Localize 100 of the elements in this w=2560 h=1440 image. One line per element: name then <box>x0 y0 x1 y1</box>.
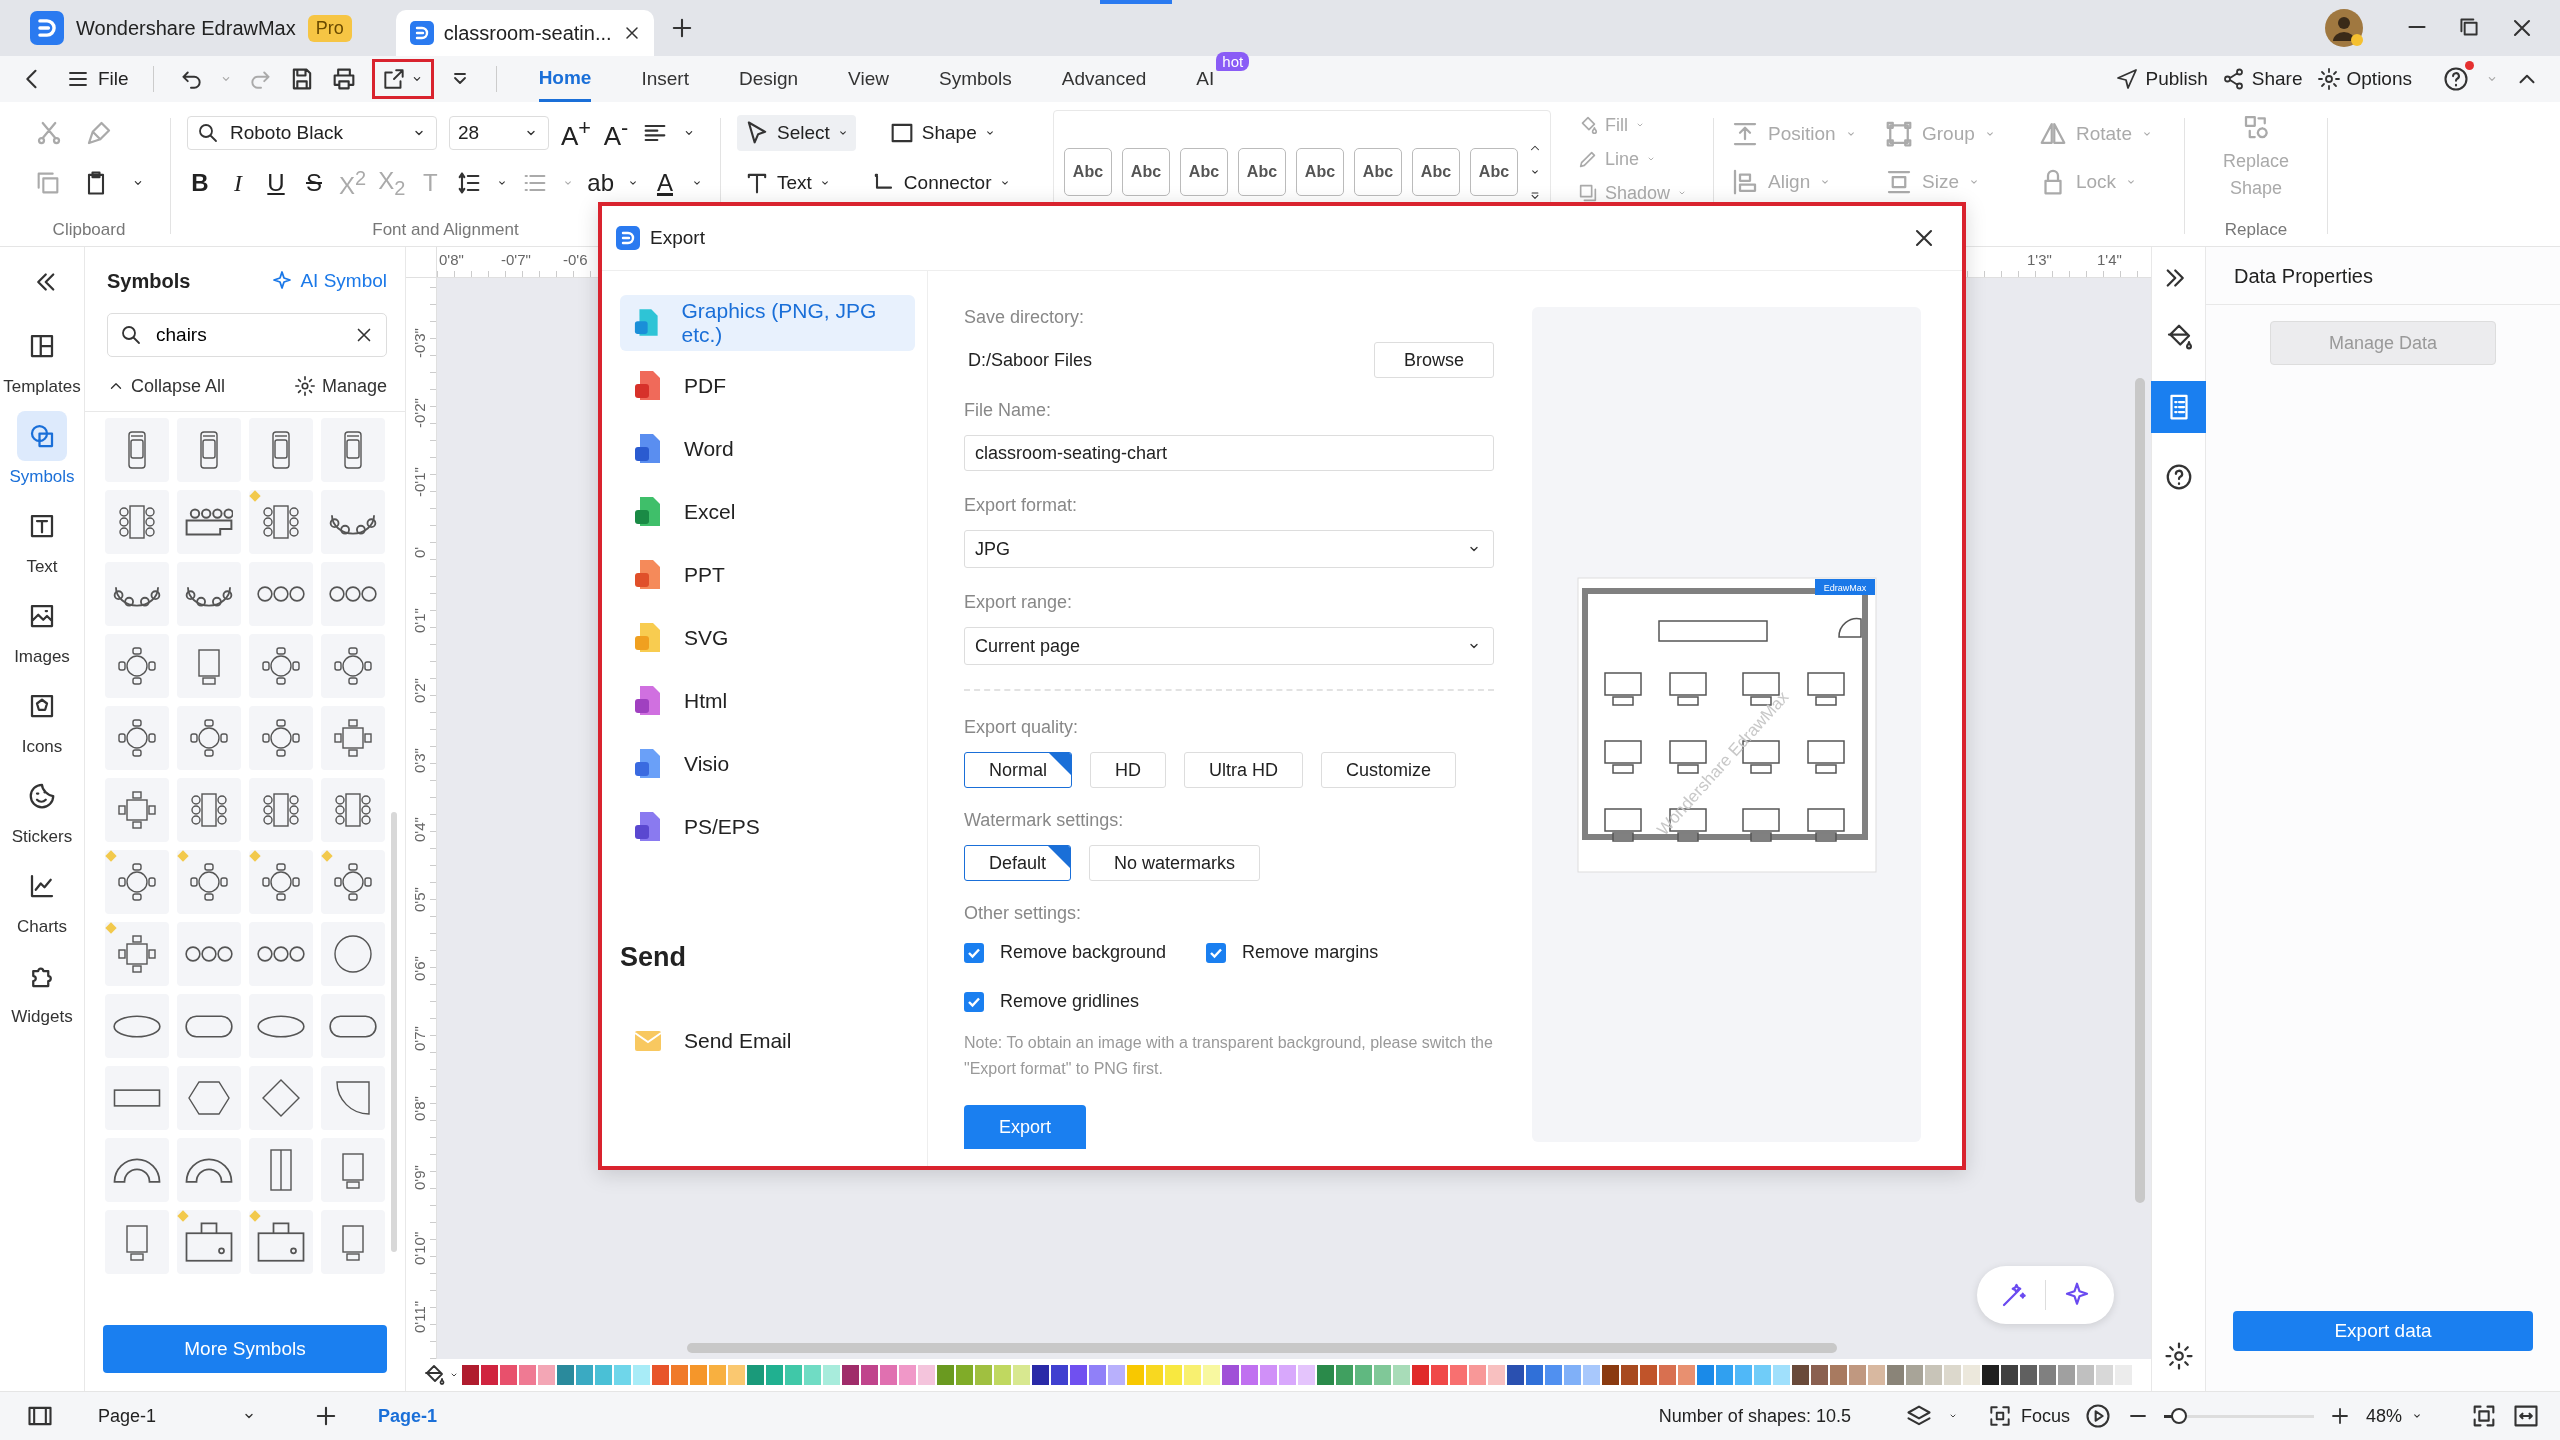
page-tab[interactable]: Page-1 <box>378 1405 438 1427</box>
group-label: Font and Alignment <box>372 220 519 241</box>
toolbar-action[interactable]: Publish <box>2115 67 2208 91</box>
export-range-select[interactable]: Current page <box>964 627 1494 665</box>
format-button[interactable]: U <box>263 169 289 197</box>
file-name-field[interactable]: classroom-seating-chart <box>964 435 1494 471</box>
search-field[interactable]: chairs <box>107 313 387 357</box>
quality-option[interactable]: HD <box>1090 752 1166 788</box>
highlight-button[interactable]: ab <box>587 169 614 197</box>
sidebar-tab[interactable]: Symbols <box>2 411 82 487</box>
export-format-select[interactable]: JPG <box>964 530 1494 568</box>
sidebar-tab[interactable]: Templates <box>2 321 82 397</box>
ruler-label: 0'7" <box>410 1025 428 1054</box>
browse-button[interactable]: Browse <box>1374 342 1494 378</box>
style-swatch[interactable]: Abc <box>1354 148 1402 196</box>
more-symbols-button[interactable]: More Symbols <box>103 1325 387 1373</box>
ruler-label: 0'10" <box>410 1230 428 1267</box>
export-format-item[interactable]: PS/EPS <box>620 799 915 855</box>
font-color-button[interactable]: A <box>652 169 678 197</box>
quality-option[interactable]: Customize <box>1321 752 1457 788</box>
text-tool[interactable]: Text <box>737 165 838 201</box>
style-swatch[interactable]: Abc <box>1238 148 1286 196</box>
export-button[interactable]: Export <box>964 1105 1086 1150</box>
font-size-select[interactable]: 28 <box>449 116 549 150</box>
checkbox-option[interactable]: Remove background <box>964 942 1167 963</box>
page-select[interactable]: Page-1 <box>98 1405 258 1427</box>
document-tab[interactable]: classroom-seatin... <box>395 10 654 56</box>
grow-font-button[interactable]: A$^{+}$ <box>561 114 591 152</box>
shape-tool[interactable]: Shape <box>881 115 1003 151</box>
collapse-all-button[interactable]: Collapse All <box>107 375 226 397</box>
panel-title: Data Properties <box>2206 247 2560 305</box>
field-label: File Name: <box>964 400 1053 421</box>
menu-tab[interactable]: Home <box>538 56 592 102</box>
field-label: Export format: <box>964 495 1079 516</box>
menu-tab[interactable]: Insert <box>641 58 689 100</box>
menu-tab[interactable]: Design <box>738 58 799 100</box>
ai-symbol-button[interactable]: AI Symbol <box>270 269 387 293</box>
quality-option[interactable]: Normal <box>964 752 1072 788</box>
sidebar-tab[interactable]: Charts <box>2 861 82 937</box>
sidebar-tab[interactable]: Widgets <box>2 951 82 1027</box>
ruler-label: 0'6" <box>410 955 428 984</box>
export-format-item[interactable]: Visio <box>620 736 915 792</box>
export-format-item[interactable]: Graphics (PNG, JPG etc.) <box>620 295 915 351</box>
pro-badge: Pro <box>307 14 352 42</box>
shrink-font-button[interactable]: A$^{-}$ <box>603 114 629 152</box>
style-swatch[interactable]: Abc <box>1180 148 1228 196</box>
badge-text: EdrawMax <box>1823 582 1866 593</box>
select-tool[interactable]: Select <box>737 115 856 151</box>
note-text: Note: To obtain an image with a transparent background, please switch the "Export format" to PNG first. <box>964 1033 1494 1079</box>
menu-tab[interactable]: Symbols <box>938 58 1012 100</box>
sidebar-tab[interactable]: Stickers <box>2 771 82 847</box>
hot-badge: hot <box>1216 52 1250 71</box>
checkbox-option[interactable]: Remove gridlines <box>964 991 1140 1012</box>
send-email-item[interactable]: Send Email <box>620 1013 915 1069</box>
ruler-label: 0'5" <box>410 886 428 915</box>
connector-tool[interactable]: Connector <box>863 165 1018 201</box>
directory-path: D:/Saboor Files <box>967 349 1093 371</box>
export-format-item[interactable]: PPT <box>620 547 915 603</box>
style-swatch[interactable]: Abc <box>1296 148 1344 196</box>
export-data-button[interactable]: Export data <box>2233 1311 2533 1351</box>
export-format-item[interactable]: PDF <box>620 358 915 414</box>
sidebar-tab[interactable]: Text <box>2 501 82 577</box>
watermark-option[interactable]: No watermarks <box>1089 845 1261 881</box>
group-label: Clipboard <box>52 220 126 241</box>
style-swatch[interactable]: Abc <box>1064 148 1112 196</box>
menu-tab[interactable]: View <box>848 58 889 100</box>
quality-option[interactable]: Ultra HD <box>1184 752 1304 788</box>
export-format-item[interactable]: Html <box>620 673 915 729</box>
toolbar-action[interactable]: Share <box>2221 67 2303 91</box>
checkbox-option[interactable]: Remove margins <box>1206 942 1379 963</box>
section-heading: Send <box>620 942 687 973</box>
style-swatch[interactable]: Abc <box>1122 148 1170 196</box>
ruler-label: 0'11" <box>410 1300 428 1336</box>
style-swatch[interactable]: Abc <box>1470 148 1518 196</box>
format-button[interactable]: I <box>225 169 251 197</box>
export-format-item[interactable]: SVG <box>620 610 915 666</box>
zoom-select[interactable]: 48% <box>2366 1405 2456 1427</box>
export-format-item[interactable]: Excel <box>620 484 915 540</box>
manage-button[interactable]: Manage <box>293 375 387 397</box>
ruler-label: 0'1" <box>410 607 428 636</box>
sidebar-tab[interactable]: Images <box>2 591 82 667</box>
menu-tab[interactable]: Advanced <box>1061 58 1147 100</box>
group-label: Replace <box>2224 220 2288 241</box>
export-format-item[interactable]: Word <box>620 421 915 477</box>
focus-button[interactable]: Focus <box>1986 1403 2070 1429</box>
file-menu[interactable]: File <box>66 67 129 91</box>
font-family-select[interactable]: Roboto Black <box>187 116 437 150</box>
app-name: Wondershare EdrawMax <box>76 16 296 40</box>
format-button[interactable]: B <box>187 169 213 197</box>
watermark-option[interactable]: Default <box>964 845 1072 881</box>
ruler-label: 0'2" <box>410 677 428 706</box>
toolbar-action[interactable]: Options <box>2316 67 2412 91</box>
style-swatch[interactable]: Abc <box>1412 148 1460 196</box>
ruler-label: -0'7" <box>501 251 531 268</box>
format-button[interactable]: S <box>301 169 327 197</box>
panel-title: Symbols <box>107 269 191 293</box>
sidebar-tab[interactable]: Icons <box>2 681 82 757</box>
field-label: Save directory: <box>964 307 1086 328</box>
field-label: Watermark settings: <box>964 810 1125 831</box>
ruler-label: 1'4" <box>2097 251 2122 268</box>
